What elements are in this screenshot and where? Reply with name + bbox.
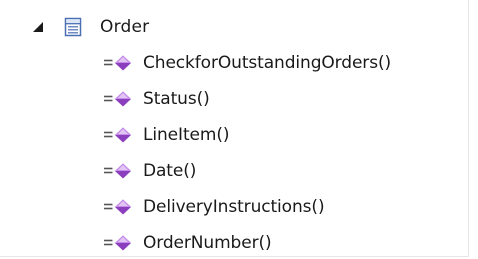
tree-node-operation[interactable]: Status(): [104, 85, 210, 113]
operation-label: OrderNumber(): [143, 233, 272, 253]
tree-node-operation[interactable]: LineItem(): [104, 121, 230, 149]
class-label: Order: [100, 17, 150, 37]
operation-icon: [104, 234, 134, 252]
tree-node-operation[interactable]: DeliveryInstructions(): [104, 193, 325, 221]
operation-label: Status(): [143, 89, 210, 109]
tree-node-class-order[interactable]: Order: [30, 13, 149, 41]
operation-label: LineItem(): [143, 125, 230, 145]
operation-icon: [104, 54, 134, 72]
operation-label: CheckforOutstandingOrders(): [143, 53, 392, 73]
project-browser-tree: Order CheckforOutstandingOrders() Status: [0, 0, 469, 257]
operation-icon: [104, 90, 134, 108]
operation-icon: [104, 162, 134, 180]
operation-icon: [104, 198, 134, 216]
operation-label: DeliveryInstructions(): [143, 197, 325, 217]
operation-icon: [104, 126, 134, 144]
operation-label: Date(): [143, 161, 197, 181]
expanded-triangle-icon[interactable]: [30, 19, 46, 35]
tree-node-operation[interactable]: CheckforOutstandingOrders(): [104, 49, 391, 77]
class-icon: [64, 17, 82, 37]
tree-node-operation[interactable]: Date(): [104, 157, 196, 185]
tree-node-operation[interactable]: OrderNumber(): [104, 229, 272, 257]
